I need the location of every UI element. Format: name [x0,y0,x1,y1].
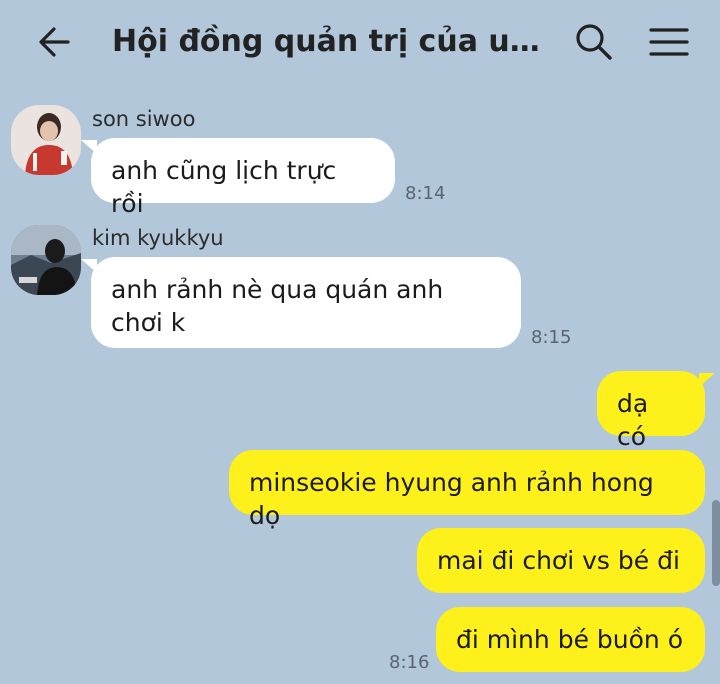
chat-title: Hội đồng quản trị của u ch... [112,24,542,59]
message-bubble[interactable]: dạ có [597,371,715,451]
avatar[interactable] [11,225,81,295]
sender-name: son siwoo [92,107,196,131]
sender-name: kim kyukkyu [92,226,224,250]
hamburger-menu-icon[interactable] [648,22,690,62]
avatar[interactable] [11,105,81,175]
message-bubble[interactable]: mai đi chơi vs bé đi [417,528,705,593]
message-bubble[interactable]: đi mình bé buồn ó [436,607,705,672]
message-time: 8:15 [531,327,572,348]
message-time: 8:16 [389,652,430,673]
message-time: 8:14 [405,183,446,204]
chat-header: Hội đồng quản trị của u ch... [0,0,720,82]
arrow-left-icon[interactable] [34,22,74,62]
message-bubble[interactable]: anh rảnh nè qua quán anh chơi k [81,257,521,348]
message-bubble[interactable]: minseokie hyung anh rảnh hong dọ [229,450,705,530]
search-icon[interactable] [574,22,614,62]
scrollbar[interactable] [712,500,720,586]
message-bubble[interactable]: anh cũng lịch trực rồi [81,138,395,218]
